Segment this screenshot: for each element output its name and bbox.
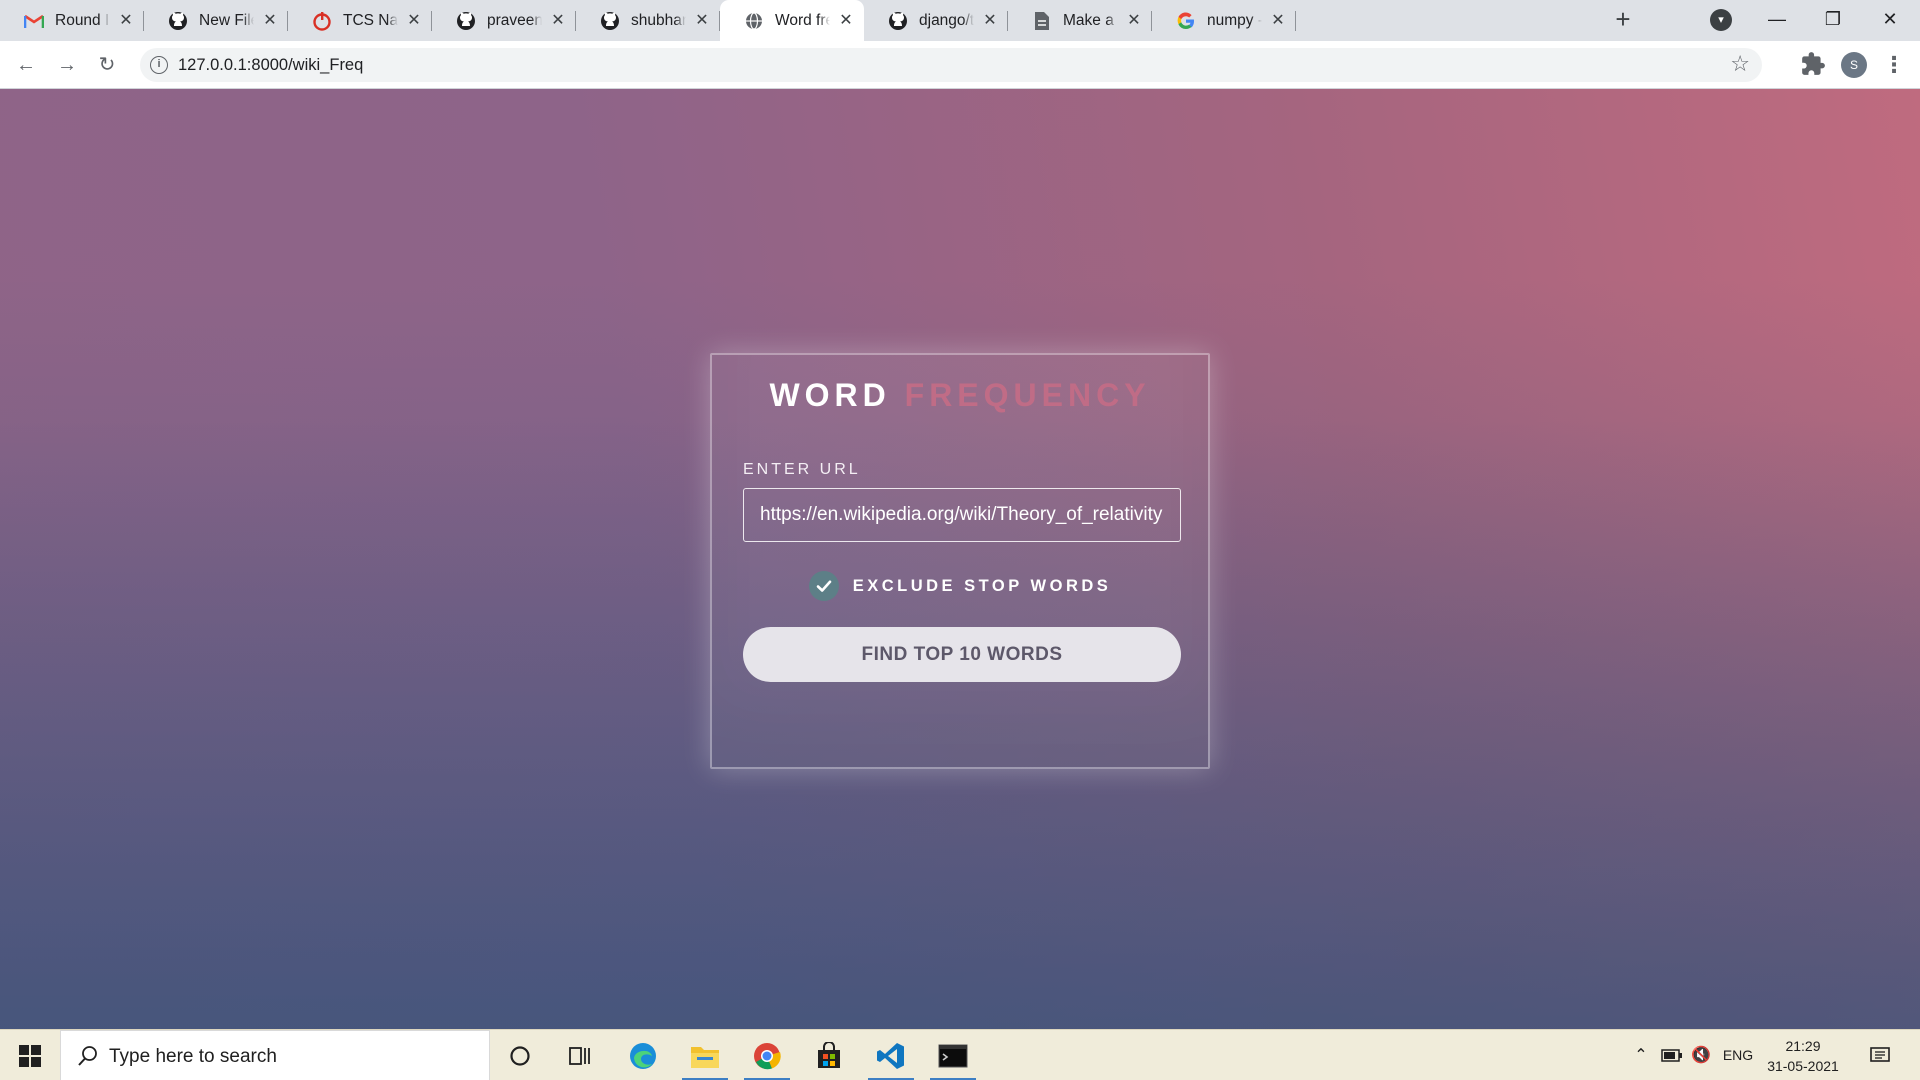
tab-title: shubhamkumar <box>631 11 686 29</box>
address-bar[interactable]: i 127.0.0.1:8000/wiki_Freq ☆ <box>140 48 1762 82</box>
window-close-icon[interactable]: ✕ <box>1860 0 1920 41</box>
browser-tab[interactable]: TCS National Qualifier ✕ <box>288 0 432 41</box>
back-icon[interactable]: ← <box>12 51 40 79</box>
taskbar-search-box[interactable]: Type here to search <box>60 1030 490 1080</box>
tab-close-icon[interactable]: ✕ <box>118 12 134 29</box>
search-placeholder: Type here to search <box>109 1046 277 1067</box>
browser-tab[interactable]: Round II - Python ✕ <box>0 0 144 41</box>
browser-tab[interactable]: Word frequency ✕ <box>720 0 864 42</box>
github-icon <box>888 11 908 31</box>
exclude-stop-words-label[interactable]: EXCLUDE STOP WORDS <box>853 577 1112 596</box>
tab-title: numpy - Google Search <box>1207 11 1262 29</box>
browser-tab[interactable]: praveenkumar ✕ <box>432 0 576 41</box>
page-title: WORD FREQUENCY <box>712 377 1208 414</box>
browser-tab[interactable]: Make a README ✕ <box>1008 0 1152 41</box>
language-indicator[interactable]: ENG <box>1718 1030 1758 1080</box>
browser-tab[interactable]: numpy - Google Search ✕ <box>1152 0 1296 41</box>
github-icon <box>600 11 620 31</box>
url-input[interactable] <box>743 488 1181 542</box>
clock-date: 31-05-2021 <box>1767 1058 1839 1074</box>
title-word: WORD <box>769 377 891 413</box>
find-top-words-button[interactable]: FIND TOP 10 WORDS <box>743 627 1181 682</box>
notifications-icon[interactable] <box>1862 1030 1898 1080</box>
tab-close-icon[interactable]: ✕ <box>262 12 278 29</box>
github-icon <box>456 11 476 31</box>
vscode-icon[interactable] <box>860 1030 922 1080</box>
tcs-icon <box>312 11 332 31</box>
title-frequency: FREQUENCY <box>904 377 1151 413</box>
google-icon <box>1176 11 1196 31</box>
windows-taskbar: Type here to search ⌃ 🔇 ENG 21:29 31-05-… <box>0 1029 1920 1080</box>
tab-close-icon[interactable]: ✕ <box>694 12 710 29</box>
profile-avatar[interactable]: S <box>1841 52 1867 78</box>
system-clock[interactable]: 21:29 31-05-2021 <box>1758 1036 1848 1076</box>
tab-title: Make a README <box>1063 11 1118 29</box>
windows-start-icon[interactable] <box>0 1030 60 1080</box>
browser-tab[interactable]: shubhamkumar ✕ <box>576 0 720 41</box>
show-hidden-icons-icon[interactable]: ⌃ <box>1626 1030 1656 1080</box>
url-field-label: ENTER URL <box>743 461 861 478</box>
gmail-icon <box>24 11 44 31</box>
tab-title: praveenkumar <box>487 11 542 29</box>
tab-title: Word frequency <box>775 12 830 29</box>
edge-browser-icon[interactable] <box>612 1030 674 1080</box>
file-explorer-icon[interactable] <box>674 1030 736 1080</box>
bookmark-star-icon[interactable]: ☆ <box>1730 51 1750 77</box>
extensions-puzzle-icon[interactable] <box>1800 51 1826 77</box>
tab-close-icon[interactable]: ✕ <box>982 12 998 29</box>
restore-icon[interactable]: ❐ <box>1803 0 1863 41</box>
chrome-icon[interactable] <box>736 1030 798 1080</box>
checkbox-checked-icon[interactable] <box>808 571 839 601</box>
terminal-icon[interactable] <box>922 1030 984 1080</box>
tab-title: django/ticketbooking <box>919 11 974 29</box>
document-icon <box>1032 11 1052 31</box>
page-background: WORD FREQUENCY ENTER URL EXCLUDE STOP WO… <box>0 89 1920 1029</box>
minimize-icon[interactable]: — <box>1747 0 1807 41</box>
tab-close-icon[interactable]: ✕ <box>406 12 422 29</box>
search-icon <box>78 1046 97 1066</box>
address-url[interactable]: 127.0.0.1:8000/wiki_Freq <box>178 56 363 75</box>
tab-separator <box>1295 11 1296 31</box>
volume-muted-icon[interactable]: 🔇 <box>1687 1030 1715 1080</box>
new-tab-button[interactable]: + <box>1609 6 1637 34</box>
task-view-icon[interactable] <box>549 1030 611 1080</box>
tab-close-icon[interactable]: ✕ <box>550 12 566 29</box>
cortana-icon[interactable] <box>489 1030 551 1080</box>
clock-time: 21:29 <box>1785 1038 1821 1054</box>
browser-tab-strip: Round II - Python✕New File✕TCS National … <box>0 0 1920 42</box>
tab-title: New File <box>199 11 254 29</box>
browser-tab[interactable]: New File ✕ <box>144 0 288 41</box>
exclude-stop-words-row[interactable]: EXCLUDE STOP WORDS <box>712 571 1208 601</box>
microsoft-store-icon[interactable] <box>798 1030 860 1080</box>
browser-tab[interactable]: django/ticketbooking ✕ <box>864 0 1008 41</box>
tab-title: Round II - Python <box>55 11 110 29</box>
globe-icon <box>744 11 764 31</box>
site-info-icon[interactable]: i <box>150 56 168 74</box>
browser-toolbar: ← → ↻ i 127.0.0.1:8000/wiki_Freq ☆ S ⋮ <box>0 41 1920 89</box>
forward-icon[interactable]: → <box>53 51 81 79</box>
tab-close-icon[interactable]: ✕ <box>1270 12 1286 29</box>
battery-icon[interactable] <box>1657 1030 1687 1080</box>
tab-search-icon[interactable]: ▾ <box>1710 9 1732 31</box>
tab-title: TCS National Qualifier <box>343 11 398 29</box>
tab-close-icon[interactable]: ✕ <box>838 13 854 29</box>
reload-icon[interactable]: ↻ <box>93 51 121 79</box>
tab-close-icon[interactable]: ✕ <box>1126 12 1142 29</box>
browser-menu-icon[interactable]: ⋮ <box>1880 51 1908 79</box>
word-frequency-form: WORD FREQUENCY ENTER URL EXCLUDE STOP WO… <box>710 353 1210 769</box>
github-icon <box>168 11 188 31</box>
